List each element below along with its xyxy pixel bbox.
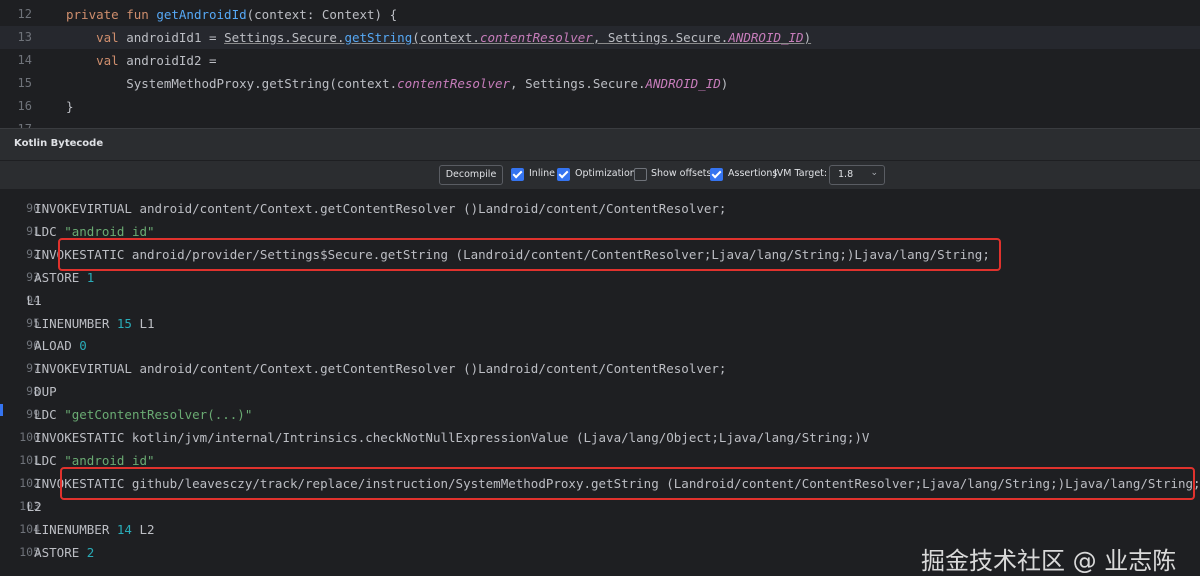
bytecode-text: L2 <box>4 498 42 514</box>
line-number: 17 <box>0 118 32 128</box>
bytecode-text: L1 <box>4 292 42 308</box>
bytecode-text: LINENUMBER 14 L2 <box>4 521 155 537</box>
bytecode-text: INVOKESTATIC kotlin/jvm/internal/Intrins… <box>4 430 870 445</box>
line-number: 15 <box>17 76 32 90</box>
chevron-down-icon: ⌄ <box>870 168 878 178</box>
decompile-button[interactable]: Decompile <box>439 165 503 185</box>
bytecode-text: ALOAD 0 <box>4 338 87 354</box>
bytecode-line[interactable]: 103 L2 <box>0 495 1200 518</box>
code-text: SystemMethodProxy.getString(context.cont… <box>66 76 729 91</box>
assertions-label: Assertions <box>728 168 778 179</box>
bytecode-line[interactable]: 97 INVOKEVIRTUAL android/content/Context… <box>0 357 1200 380</box>
inline-label: Inline <box>529 168 555 179</box>
bytecode-line[interactable]: 94 L1 <box>0 289 1200 312</box>
assertions-checkbox[interactable] <box>710 168 723 181</box>
bytecode-line[interactable]: 90 INVOKEVIRTUAL android/content/Context… <box>0 197 1200 220</box>
bytecode-view[interactable]: 90 INVOKEVIRTUAL android/content/Context… <box>0 190 1200 564</box>
line-number: 13 <box>17 30 32 44</box>
bytecode-line[interactable]: 95 LINENUMBER 15 L1 <box>0 312 1200 335</box>
bytecode-line[interactable]: 98 DUP <box>0 380 1200 403</box>
gutter-marker <box>0 404 3 416</box>
line-number: 16 <box>17 99 32 113</box>
code-text: val androidId2 = <box>96 53 217 68</box>
show-offsets-label: Show offsets <box>651 168 712 179</box>
bytecode-text: DUP <box>4 384 57 400</box>
show-offsets-checkbox[interactable] <box>634 168 647 181</box>
editor-pane[interactable]: 12 private fun getAndroidId(context: Cont… <box>0 0 1200 128</box>
line-number: 12 <box>17 7 32 21</box>
bytecode-panel-header: Kotlin Bytecode <box>0 128 1200 160</box>
inline-checkbox[interactable] <box>511 168 524 181</box>
optimization-checkbox[interactable] <box>557 168 570 181</box>
bytecode-toolbar: Decompile Inline Optimization Show offse… <box>0 160 1200 190</box>
editor-line[interactable]: 16} <box>0 95 1200 118</box>
bytecode-text: INVOKEVIRTUAL android/content/Context.ge… <box>4 361 727 377</box>
bytecode-text: INVOKEVIRTUAL android/content/Context.ge… <box>4 201 727 216</box>
code-text: val androidId1 = Settings.Secure.getStri… <box>96 30 812 45</box>
panel-title: Kotlin Bytecode <box>14 138 104 149</box>
editor-line[interactable]: 17 <box>0 118 1200 128</box>
jvm-target-select[interactable]: 1.8 ⌄ <box>829 165 885 185</box>
bytecode-text: LDC "getContentResolver(...)" <box>4 407 253 423</box>
bytecode-text: ASTORE 1 <box>4 269 95 285</box>
watermark: 掘金技术社区 @ 业志陈 <box>921 547 1177 575</box>
jvm-target-label: JVM Target: <box>774 168 828 179</box>
bytecode-line[interactable]: 93 ASTORE 1 <box>0 266 1200 289</box>
bytecode-text: LINENUMBER 15 L1 <box>4 315 155 331</box>
jvm-target-value: 1.8 <box>838 169 854 180</box>
bytecode-line[interactable]: 104 LINENUMBER 14 L2 <box>0 518 1200 541</box>
editor-line[interactable]: 13 val androidId1 = Settings.Secure.getS… <box>0 26 1200 49</box>
editor-line[interactable]: 12 private fun getAndroidId(context: Cont… <box>0 3 1200 26</box>
code-text: } <box>66 99 74 114</box>
bytecode-line[interactable]: 100 INVOKESTATIC kotlin/jvm/internal/Int… <box>0 426 1200 449</box>
bytecode-line[interactable]: 96 ALOAD 0 <box>0 334 1200 357</box>
line-number: 14 <box>17 53 32 67</box>
optimization-label: Optimization <box>575 168 636 179</box>
editor-line[interactable]: 14 val androidId2 = <box>0 49 1200 72</box>
bytecode-text: ASTORE 2 <box>4 544 95 560</box>
code-text: private fun getAndroidId(context: Contex… <box>66 7 398 22</box>
bytecode-line[interactable]: 99 LDC "getContentResolver(...)" <box>0 403 1200 426</box>
editor-line[interactable]: 15 SystemMethodProxy.getString(context.c… <box>0 72 1200 95</box>
